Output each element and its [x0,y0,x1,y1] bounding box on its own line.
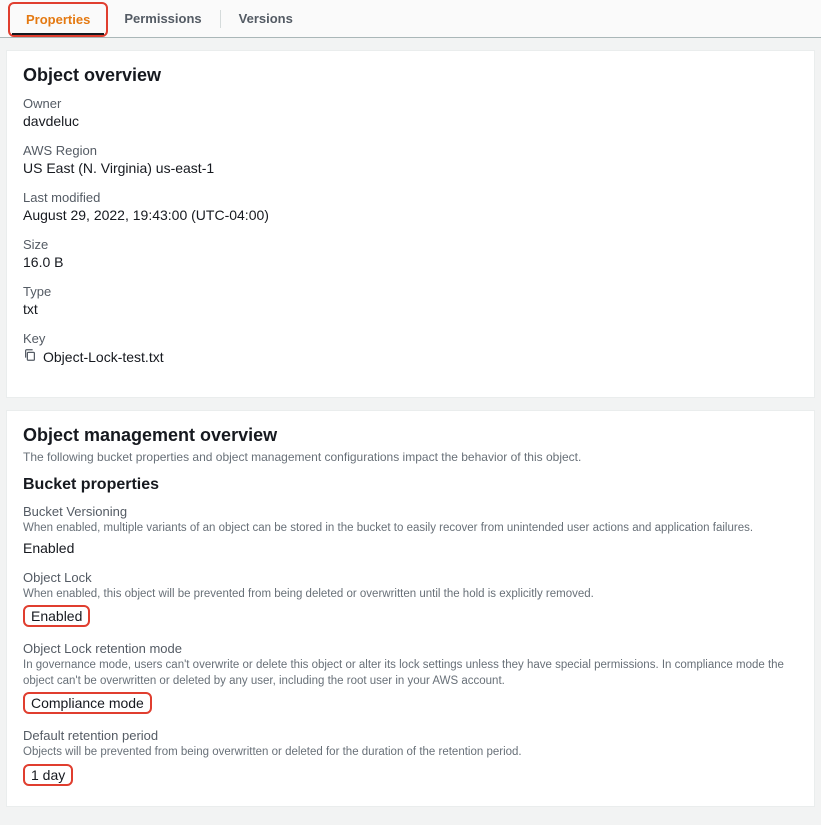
retention-period-value: 1 day [31,767,65,783]
size-value: 16.0 B [23,254,798,270]
retention-mode-desc: In governance mode, users can't overwrit… [23,658,798,689]
tab-permissions[interactable]: Permissions [110,3,215,34]
tab-separator [220,10,221,28]
bucket-properties-title: Bucket properties [23,476,798,494]
key-label: Key [23,331,798,346]
retention-mode-label: Object Lock retention mode [23,641,798,656]
field-last-modified: Last modified August 29, 2022, 19:43:00 … [23,190,798,223]
object-lock-value-highlight: Enabled [23,605,90,627]
retention-period-label: Default retention period [23,728,798,743]
type-value: txt [23,301,798,317]
retention-period-value-highlight: 1 day [23,764,73,786]
object-lock-desc: When enabled, this object will be preven… [23,587,798,603]
field-bucket-versioning: Bucket Versioning When enabled, multiple… [23,504,798,556]
field-retention-period: Default retention period Objects will be… [23,728,798,786]
tab-properties-highlight: Properties [8,2,108,37]
type-label: Type [23,284,798,299]
tab-versions[interactable]: Versions [225,3,307,34]
retention-period-desc: Objects will be prevented from being ove… [23,745,798,761]
owner-label: Owner [23,96,798,111]
object-management-subhead: The following bucket properties and obje… [23,450,798,464]
object-lock-label: Object Lock [23,570,798,585]
object-management-panel: Object management overview The following… [6,410,815,807]
object-management-title: Object management overview [23,425,798,446]
field-region: AWS Region US East (N. Virginia) us-east… [23,143,798,176]
retention-mode-value-highlight: Compliance mode [23,692,152,714]
bucket-versioning-desc: When enabled, multiple variants of an ob… [23,521,798,537]
size-label: Size [23,237,798,252]
tab-bar: Properties Permissions Versions [0,0,821,38]
field-retention-mode: Object Lock retention mode In governance… [23,641,798,714]
region-label: AWS Region [23,143,798,158]
object-overview-title: Object overview [23,65,798,86]
bucket-versioning-label: Bucket Versioning [23,504,798,519]
bucket-versioning-value: Enabled [23,540,798,556]
object-lock-value: Enabled [31,608,82,624]
object-overview-panel: Object overview Owner davdeluc AWS Regio… [6,50,815,398]
field-type: Type txt [23,284,798,317]
owner-value: davdeluc [23,113,798,129]
key-value: Object-Lock-test.txt [43,349,164,365]
retention-mode-value: Compliance mode [31,695,144,711]
field-object-lock: Object Lock When enabled, this object wi… [23,570,798,628]
region-value: US East (N. Virginia) us-east-1 [23,160,798,176]
copy-icon[interactable] [23,348,37,365]
tab-properties[interactable]: Properties [12,4,104,35]
last-modified-label: Last modified [23,190,798,205]
field-size: Size 16.0 B [23,237,798,270]
field-key: Key Object-Lock-test.txt [23,331,798,365]
last-modified-value: August 29, 2022, 19:43:00 (UTC-04:00) [23,207,798,223]
field-owner: Owner davdeluc [23,96,798,129]
